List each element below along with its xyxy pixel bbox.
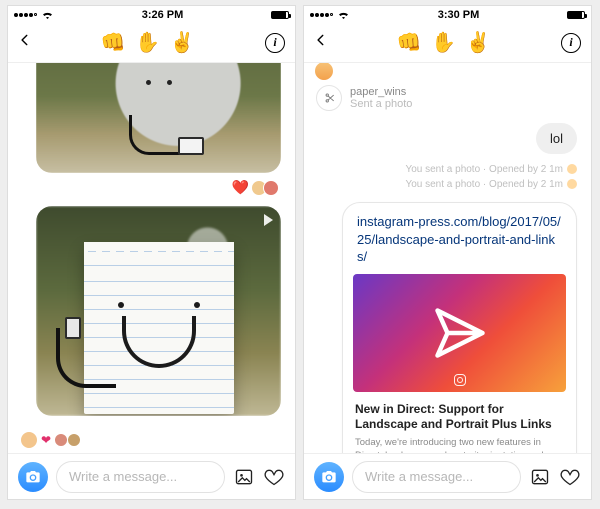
message-list[interactable]: ❤️ ❤	[8, 63, 295, 453]
message-list[interactable]: paper_wins Sent a photo lol You sent a p…	[304, 63, 591, 453]
link-title: New in Direct: Support for Landscape and…	[355, 402, 564, 433]
link-url: instagram-press.com/blog/2017/05/25/land…	[343, 203, 576, 274]
incoming-message-bubble[interactable]: lol	[536, 123, 577, 154]
receipt-avatar	[567, 164, 577, 174]
instagram-icon	[454, 374, 466, 386]
paper-plane-icon	[430, 303, 490, 363]
status-bar: 3:26 PM	[8, 6, 295, 23]
seen-indicator: ❤	[20, 431, 81, 449]
message-input[interactable]: Write a message...	[352, 461, 521, 493]
info-button[interactable]: i	[265, 33, 285, 53]
avatar-scissors[interactable]	[316, 85, 342, 111]
composer: Write a message...	[304, 453, 591, 499]
battery-icon	[271, 11, 289, 19]
chat-title: 👊 ✋ ✌️	[101, 30, 197, 55]
status-bar: 3:30 PM	[304, 6, 591, 23]
wifi-icon	[41, 10, 54, 19]
message-input[interactable]: Write a message...	[56, 461, 225, 493]
sender-username: paper_wins	[350, 86, 412, 98]
battery-icon	[567, 11, 585, 19]
wifi-icon	[337, 10, 350, 19]
avatar	[314, 63, 334, 81]
heart-icon: ❤	[41, 433, 51, 447]
status-time: 3:26 PM	[142, 9, 184, 21]
signal-dots-icon	[310, 13, 333, 17]
photo-message-rock[interactable]	[36, 63, 281, 173]
screenshot-right: 3:30 PM 👊 ✋ ✌️ i paper_wins Sent a photo…	[303, 5, 592, 500]
nav-bar: 👊 ✋ ✌️ i	[8, 23, 295, 63]
link-hero-image	[353, 274, 566, 392]
message-placeholder: Write a message...	[69, 469, 177, 484]
camera-button[interactable]	[314, 462, 344, 492]
photo-message-notepad[interactable]	[36, 206, 281, 416]
link-description: Today, we're introducing two new feature…	[355, 437, 564, 453]
avatar	[20, 431, 38, 449]
gallery-button[interactable]	[529, 466, 551, 488]
heart-icon: ❤️	[232, 179, 249, 196]
link-preview-card[interactable]: instagram-press.com/blog/2017/05/25/land…	[342, 202, 577, 453]
composer: Write a message...	[8, 453, 295, 499]
back-button[interactable]	[314, 33, 328, 52]
reaction-avatar	[263, 180, 279, 196]
gallery-button[interactable]	[233, 466, 255, 488]
signal-dots-icon	[14, 13, 37, 17]
message-reactions[interactable]: ❤️	[18, 179, 279, 196]
back-button[interactable]	[18, 33, 32, 52]
like-button[interactable]	[559, 466, 581, 488]
play-icon	[264, 214, 273, 226]
reaction-avatar	[67, 433, 81, 447]
sender-subtitle: Sent a photo	[350, 98, 412, 110]
screenshot-left: 3:26 PM 👊 ✋ ✌️ i ❤️	[7, 5, 296, 500]
read-receipt: You sent a photo · Opened by 2 1m	[314, 164, 577, 175]
camera-button[interactable]	[18, 462, 48, 492]
message-text: lol	[550, 131, 563, 146]
read-receipt: You sent a photo · Opened by 2 1m	[314, 179, 577, 190]
chat-title: 👊 ✋ ✌️	[397, 30, 493, 55]
receipt-avatar	[567, 179, 577, 189]
info-button[interactable]: i	[561, 33, 581, 53]
nav-bar: 👊 ✋ ✌️ i	[304, 23, 591, 63]
status-time: 3:30 PM	[438, 9, 480, 21]
like-button[interactable]	[263, 466, 285, 488]
reaction-avatar	[54, 433, 68, 447]
message-placeholder: Write a message...	[365, 469, 473, 484]
